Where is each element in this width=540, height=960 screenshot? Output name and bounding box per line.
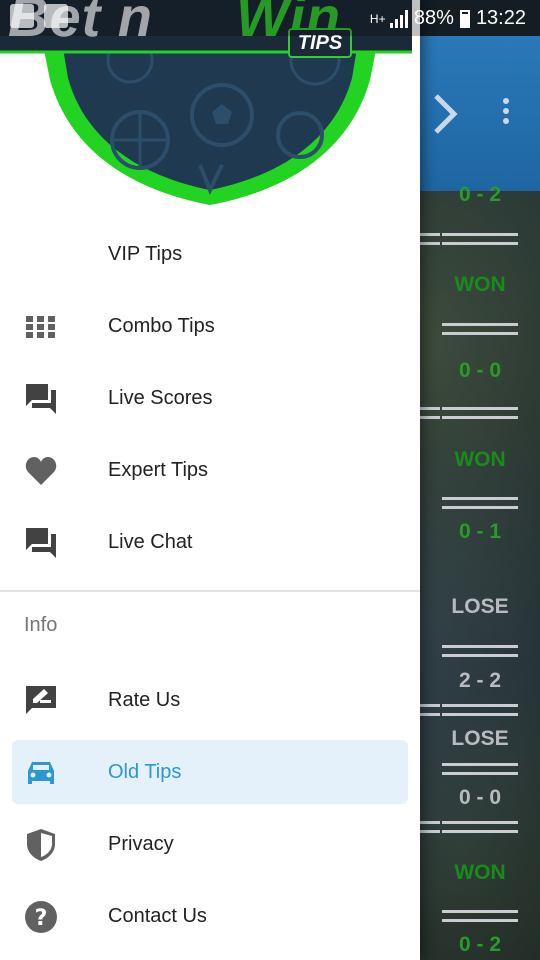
- menu-item-label: VIP Tips: [108, 243, 183, 265]
- menu-item-label: Rate Us: [108, 689, 181, 711]
- separator-line: [442, 763, 518, 775]
- svg-text:?: ?: [35, 906, 48, 931]
- separator-line: [420, 821, 440, 833]
- menu-item-label: Live Scores: [108, 387, 213, 409]
- separator-line: [442, 704, 518, 716]
- result-score: 0 - 0: [458, 359, 502, 382]
- separator-line: [442, 645, 518, 657]
- navigation-drawer: Bet n Win TIPS VIP Tips Combo Tips Live …: [0, 0, 420, 960]
- result-score: 0 - 0: [458, 786, 502, 809]
- menu-item-contact-us[interactable]: ? Contact Us: [12, 884, 408, 948]
- forum-icon: [24, 382, 58, 416]
- shield-icon: [24, 828, 58, 862]
- result-score: 2 - 2: [458, 669, 502, 692]
- status-bar: H+ 88% 13:22: [0, 0, 540, 36]
- signal-icon: [389, 9, 408, 28]
- menu-item-rate-us[interactable]: Rate Us: [12, 668, 408, 732]
- menu-item-live-chat[interactable]: Live Chat: [12, 510, 408, 574]
- menu-item-label: Combo Tips: [108, 315, 215, 337]
- menu-item-label: Contact Us: [108, 905, 207, 927]
- separator-line: [442, 497, 518, 509]
- battery-percent: 88%: [413, 7, 454, 29]
- car-icon: [24, 756, 58, 790]
- result-status: LOSE: [451, 727, 509, 750]
- separator-line: [442, 323, 518, 335]
- result-status: LOSE: [451, 595, 509, 618]
- result-score: 0 - 1: [458, 520, 502, 543]
- heart-icon: [24, 454, 58, 488]
- more-vert-icon[interactable]: [500, 98, 512, 128]
- separator-line: [442, 407, 518, 419]
- separator-line: [442, 233, 518, 245]
- menu-item-live-scores[interactable]: Live Scores: [12, 366, 408, 430]
- result-status: WON: [454, 273, 506, 296]
- network-type: H+: [369, 11, 386, 26]
- menu-item-label: Privacy: [108, 833, 174, 855]
- result-status: WON: [454, 448, 506, 471]
- menu-item-expert-tips[interactable]: Expert Tips: [12, 438, 408, 502]
- menu-item-label: Old Tips: [108, 761, 182, 783]
- menu-item-privacy[interactable]: Privacy: [12, 812, 408, 876]
- battery-icon: [459, 9, 470, 28]
- image-notification-icon: [10, 4, 34, 28]
- separator-line: [420, 704, 440, 716]
- result-score: 0 - 2: [458, 933, 502, 956]
- help-icon: ?: [24, 900, 58, 934]
- divider: [0, 590, 420, 592]
- forum-icon: [24, 526, 58, 560]
- section-header-info: Info: [24, 614, 58, 636]
- menu-item-old-tips[interactable]: Old Tips: [12, 740, 408, 804]
- separator-line: [420, 407, 440, 419]
- separator-line: [420, 233, 440, 245]
- grid-icon: [24, 310, 58, 344]
- result-score: 0 - 2: [458, 183, 502, 206]
- chevron-right-icon[interactable]: [430, 92, 460, 144]
- separator-line: [442, 821, 518, 833]
- rate-review-icon: [24, 684, 58, 718]
- separator-line: [442, 910, 518, 922]
- menu-item-combo-tips[interactable]: Combo Tips: [12, 294, 408, 358]
- wifi-notification-icon: [44, 4, 68, 28]
- menu-item-label: Live Chat: [108, 531, 193, 553]
- menu-item-label: Expert Tips: [108, 459, 209, 481]
- menu-item-vip-tips[interactable]: VIP Tips: [12, 222, 408, 286]
- result-status: WON: [454, 861, 506, 884]
- clock: 13:22: [475, 7, 526, 29]
